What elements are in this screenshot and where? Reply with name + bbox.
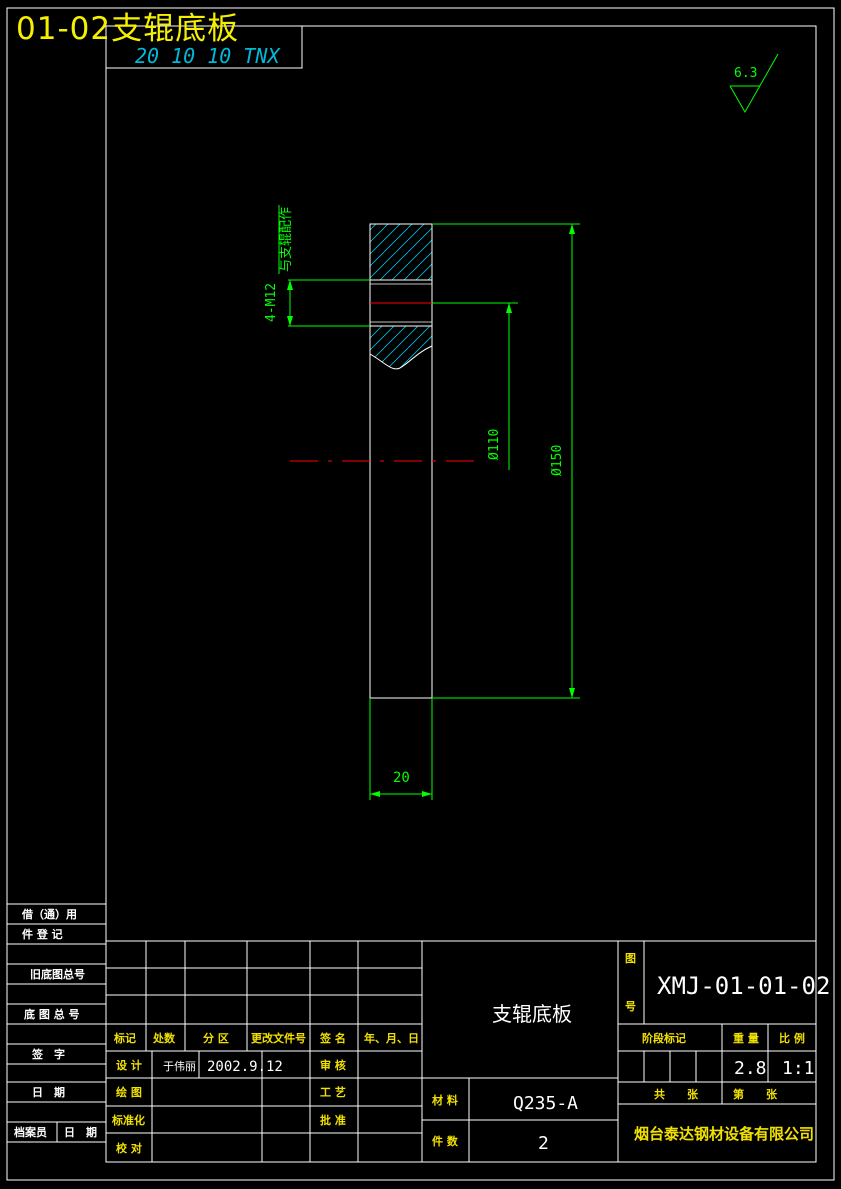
qty-value: 2 <box>538 1133 549 1154</box>
scale-value: 1:1 <box>782 1058 815 1079</box>
lbl-review: 审 核 <box>320 1058 346 1072</box>
lbl-sheet-no: 第 张 <box>733 1087 778 1101</box>
lbl-stage-mark: 阶段标记 <box>642 1031 686 1045</box>
stamp-row2: 旧底图总号 <box>30 967 85 981</box>
lbl-drawing-no-b: 号 <box>625 1000 636 1013</box>
company-name: 烟台泰达钢材设备有限公司 <box>634 1125 814 1143</box>
lbl-scale: 比 例 <box>779 1031 805 1045</box>
hdr-date: 年、月、日 <box>364 1031 419 1045</box>
lbl-drawing-no-a: 图 <box>625 952 636 965</box>
hatch-top <box>370 224 432 280</box>
thickness-label: 20 <box>393 770 410 786</box>
hdr-mark: 标记 <box>113 1031 136 1045</box>
lbl-total-sheets: 共 张 <box>654 1087 699 1101</box>
mate-note: 与支辊配作 <box>279 207 294 272</box>
stamp-row4: 签 字 <box>31 1047 65 1061</box>
drawing-sheet: 20 10 10 TNX 6.3 与支辊配作 4-M12 Ø110 Ø150 2… <box>6 7 835 1181</box>
stamp-row1a: 借（通）用 <box>21 907 77 921</box>
lbl-approve: 批 准 <box>320 1113 346 1127</box>
designer-name: 于伟丽 <box>163 1060 196 1073</box>
hdr-sign: 签 名 <box>319 1031 346 1045</box>
stamp-row6b: 日 期 <box>64 1125 97 1139</box>
part-section-view <box>290 223 480 699</box>
stamp-row3: 底 图 总 号 <box>24 1007 80 1021</box>
part-name: 支辊底板 <box>492 1002 572 1026</box>
stamp-row1b: 件 登 记 <box>22 927 63 941</box>
hdr-change-doc: 更改文件号 <box>251 1031 306 1045</box>
top-left-box-text: 20 10 10 TNX <box>135 44 281 68</box>
weight-value: 2.8 <box>734 1058 767 1079</box>
lbl-standard: 标准化 <box>111 1113 145 1127</box>
dia-inner-label: Ø110 <box>487 429 502 460</box>
surface-finish-symbol: 6.3 <box>729 53 779 114</box>
drawing-title: 01-02支辊底板 <box>16 11 240 47</box>
hatch-bottom <box>370 326 432 369</box>
lbl-weight: 重 量 <box>733 1031 759 1045</box>
hdr-zone: 分 区 <box>203 1031 229 1045</box>
dia-outer-label: Ø150 <box>550 445 565 476</box>
lbl-material: 材 料 <box>432 1093 458 1107</box>
lbl-drawing: 绘 图 <box>116 1085 142 1099</box>
surface-finish-value: 6.3 <box>734 66 757 81</box>
hdr-count: 处数 <box>152 1031 176 1045</box>
lbl-check: 校 对 <box>116 1141 142 1155</box>
material-value: Q235-A <box>513 1093 578 1114</box>
lbl-design: 设 计 <box>116 1058 142 1072</box>
outer-border <box>6 7 835 1181</box>
thread-label: 4-M12 <box>264 283 279 322</box>
stamp-row6a: 档案员 <box>14 1125 47 1139</box>
dimensions <box>278 205 580 800</box>
stamp-row5: 日 期 <box>32 1085 65 1099</box>
lbl-qty: 件 数 <box>432 1134 459 1148</box>
lbl-process: 工 艺 <box>320 1085 346 1099</box>
design-date: 2002.9.12 <box>207 1059 283 1075</box>
drawing-no-value: XMJ-01-01-02 <box>657 972 830 1000</box>
